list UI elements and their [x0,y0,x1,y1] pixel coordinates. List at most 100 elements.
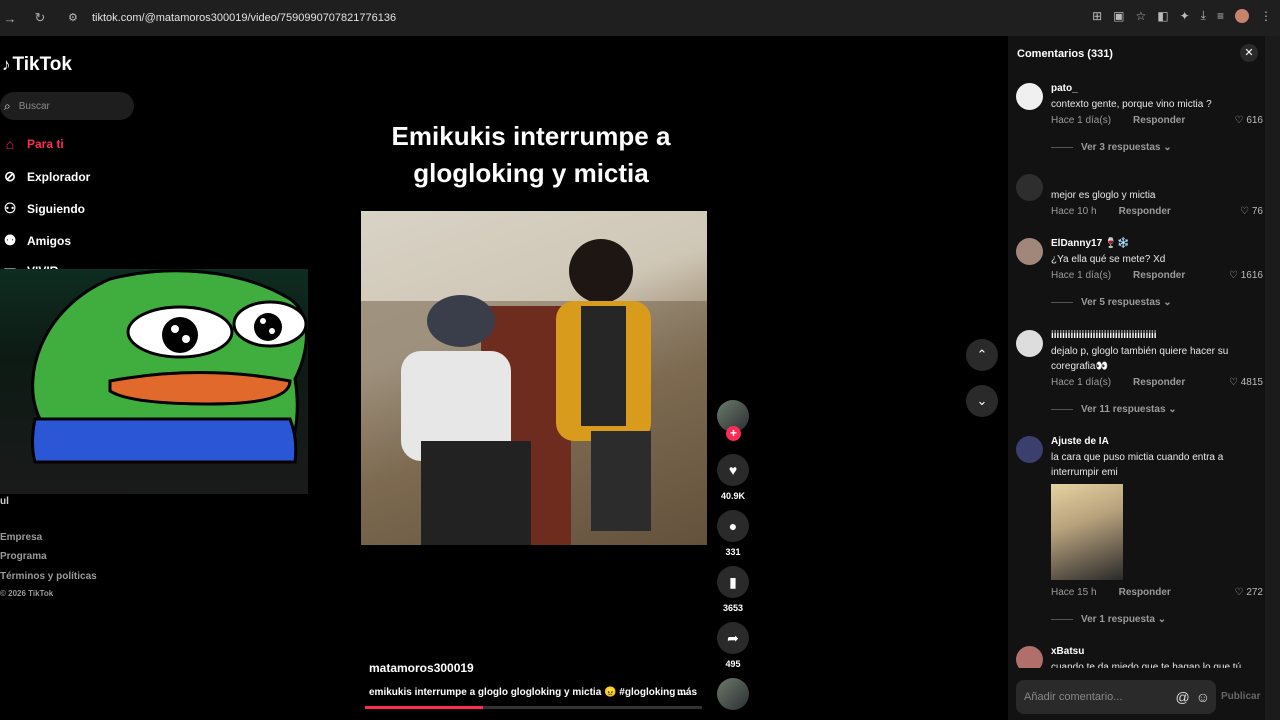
footer-terminos[interactable]: Términos y políticas [0,571,97,582]
comment-likes[interactable]: ♡ 616 [1235,115,1263,126]
chevron-down-icon: ⌄ [1168,404,1177,415]
comment-item: xBatsu cuando te da miedo que te hagan l… [1016,646,1263,668]
frog-sticker [31,269,308,464]
save-count: 3653 [722,603,744,613]
next-video-button[interactable]: ⌄ [966,385,998,417]
view-replies-button[interactable]: Ver 3 respuestas ⌄ [1051,142,1172,153]
comments-title: Comentarios (331) [1017,48,1113,60]
comment-likes[interactable]: ♡ 272 [1235,587,1263,598]
comment-input[interactable]: Añadir comentario... @ ☺ [1016,680,1216,714]
likes-count: 76 [1251,206,1263,217]
comment-time: Hace 10 h [1051,206,1097,217]
compass-icon: ⊘ [4,168,16,184]
avatar[interactable] [1016,330,1043,357]
comment-text: ¿Ya ella qué se mete? Xd [1051,254,1166,265]
comment-likes[interactable]: ♡ 1616 [1229,270,1263,281]
comment-user[interactable]: Ajuste de IA [1051,436,1109,447]
view-replies-button[interactable]: Ver 1 respuesta ⌄ [1051,614,1166,625]
comment-user[interactable]: iiiiiiiiiiiiiiiiiiiiiiiiiiiiiiiiiiiiii [1051,330,1157,341]
cast-icon[interactable]: ▣ [1113,9,1124,23]
media-icon[interactable]: ≡ [1217,9,1224,23]
tiktok-logo[interactable]: ♪ TikTok [2,54,72,76]
comment-image[interactable] [1051,484,1123,580]
footer-programa[interactable]: Programa [0,551,47,562]
video-player[interactable] [361,211,707,545]
divider [1051,409,1073,410]
music-disc-button[interactable] [717,678,749,710]
view-replies-button[interactable]: Ver 5 respuestas ⌄ [1051,297,1172,308]
divider [1051,147,1073,148]
sidebar-item-siguiendo[interactable]: ⚇ Siguiendo [0,200,85,217]
replies-label: Ver 3 respuestas [1081,142,1161,153]
like-button[interactable]: ♥ 40.9K [717,454,749,501]
likes-count: 272 [1246,587,1263,598]
video-frame [361,239,707,545]
caption-more-link[interactable]: más [677,687,697,698]
comment-text: mejor es gloglo y mictia [1051,190,1156,201]
comment-button[interactable]: ● 331 [717,510,749,557]
profile-avatar[interactable] [1235,8,1249,23]
comment-user[interactable]: ElDanny17 🍷❄️ [1051,238,1130,249]
publish-button[interactable]: Publicar [1221,691,1260,702]
download-icon[interactable]: ⤓ [1201,8,1206,23]
avatar[interactable] [1016,238,1043,265]
video-progress-bar[interactable] [365,706,702,709]
video-caption: emikukis interrumpe a gloglo glogloking … [369,687,687,698]
reply-button[interactable]: Responder [1133,115,1185,126]
footer-copyright: © 2026 TikTok [0,589,54,598]
comment-user[interactable]: xBatsu [1051,646,1084,657]
avatar[interactable] [1016,436,1043,463]
comment-likes[interactable]: ♡ 76 [1240,206,1263,217]
back-icon[interactable]: → [2,11,18,26]
translate-icon[interactable]: ⊞ [1092,9,1102,23]
heart-icon: ♥ [717,454,749,486]
browser-extensions: ⊞ ▣ ☆ ◧ ✦ ⤓ ≡ ⋮ [1092,8,1272,23]
previous-video-button[interactable]: ⌃ [966,339,998,371]
video-author[interactable]: matamoros300019 [369,661,474,675]
share-icon: ➦ [717,622,749,654]
creator-avatar-button[interactable]: + [717,400,749,441]
comment-time: Hace 1 día(s) [1051,270,1112,281]
close-comments-button[interactable]: ✕ [1240,44,1258,62]
site-settings-icon[interactable]: ⚙ [68,11,84,25]
heart-outline-icon: ♡ [1234,115,1247,126]
menu-icon[interactable]: ⋮ [1260,9,1272,23]
share-button[interactable]: ➦ 495 [717,622,749,669]
sidebar-item-label: Para ti [27,137,64,151]
save-button[interactable]: ▮ 3653 [717,566,749,613]
avatar[interactable] [1016,174,1043,201]
puzzle-icon[interactable]: ✦ [1180,9,1190,23]
extension-icon[interactable]: ◧ [1157,9,1168,23]
address-bar[interactable]: ⚙ tiktok.com/@matamoros300019/video/7590… [62,6,1102,30]
bookmark-star-icon[interactable]: ☆ [1136,9,1147,23]
reply-button[interactable]: Responder [1119,587,1171,598]
search-input[interactable]: ⌕ Buscar [0,92,134,120]
page-scrollbar[interactable] [1265,36,1280,720]
comment-likes[interactable]: ♡ 4815 [1229,377,1263,388]
reply-button[interactable]: Responder [1133,270,1185,281]
tiktok-note-icon: ♪ [2,55,11,74]
browser-toolbar: → ↻ ⚙ tiktok.com/@matamoros300019/video/… [0,0,1280,36]
music-disc-avatar [717,678,749,710]
reply-button[interactable]: Responder [1119,206,1171,217]
comment-meta: Hace 1 día(s) Responder [1051,377,1185,388]
mention-icon[interactable]: @ [1175,689,1189,705]
emoji-icon[interactable]: ☺ [1196,689,1210,705]
comment-input-placeholder: Añadir comentario... [1024,691,1123,703]
comment-user[interactable]: pato_ [1051,83,1078,94]
reload-icon[interactable]: ↻ [32,10,48,26]
footer-empresa[interactable]: Empresa [0,532,42,543]
sidebar-item-amigos[interactable]: ⚉ Amigos [0,232,71,249]
view-replies-button[interactable]: Ver 11 respuestas ⌄ [1051,404,1177,415]
reply-button[interactable]: Responder [1133,377,1185,388]
share-count: 495 [725,659,741,669]
sidebar-item-explorador[interactable]: ⊘ Explorador [0,168,90,185]
comment-text: la cara que puso mictia cuando entra a i… [1051,452,1224,478]
url-text: tiktok.com/@matamoros300019/video/759099… [92,12,397,24]
avatar[interactable] [1016,646,1043,668]
sidebar-item-label: Explorador [27,169,91,184]
avatar[interactable] [1016,83,1043,110]
follow-plus-icon[interactable]: + [726,426,741,441]
video-title-line2: glogloking y mictia [413,158,649,188]
sidebar-item-para-ti[interactable]: ⌂ Para ti [0,136,64,152]
